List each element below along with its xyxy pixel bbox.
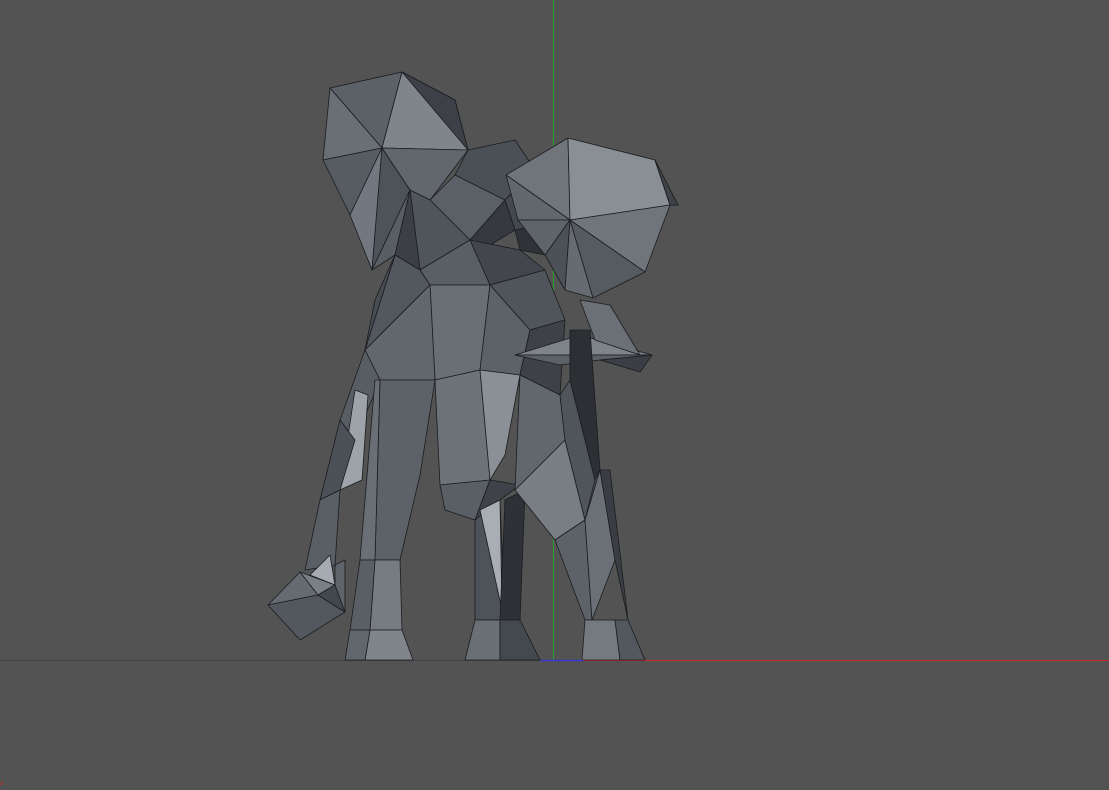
body (364, 239, 566, 396)
elephant-model[interactable] (267, 71, 679, 661)
3d-viewport[interactable] (0, 0, 1109, 790)
chest (434, 369, 521, 521)
viewport-canvas[interactable] (0, 0, 1109, 790)
axis-gizmo-tick (0, 781, 4, 786)
